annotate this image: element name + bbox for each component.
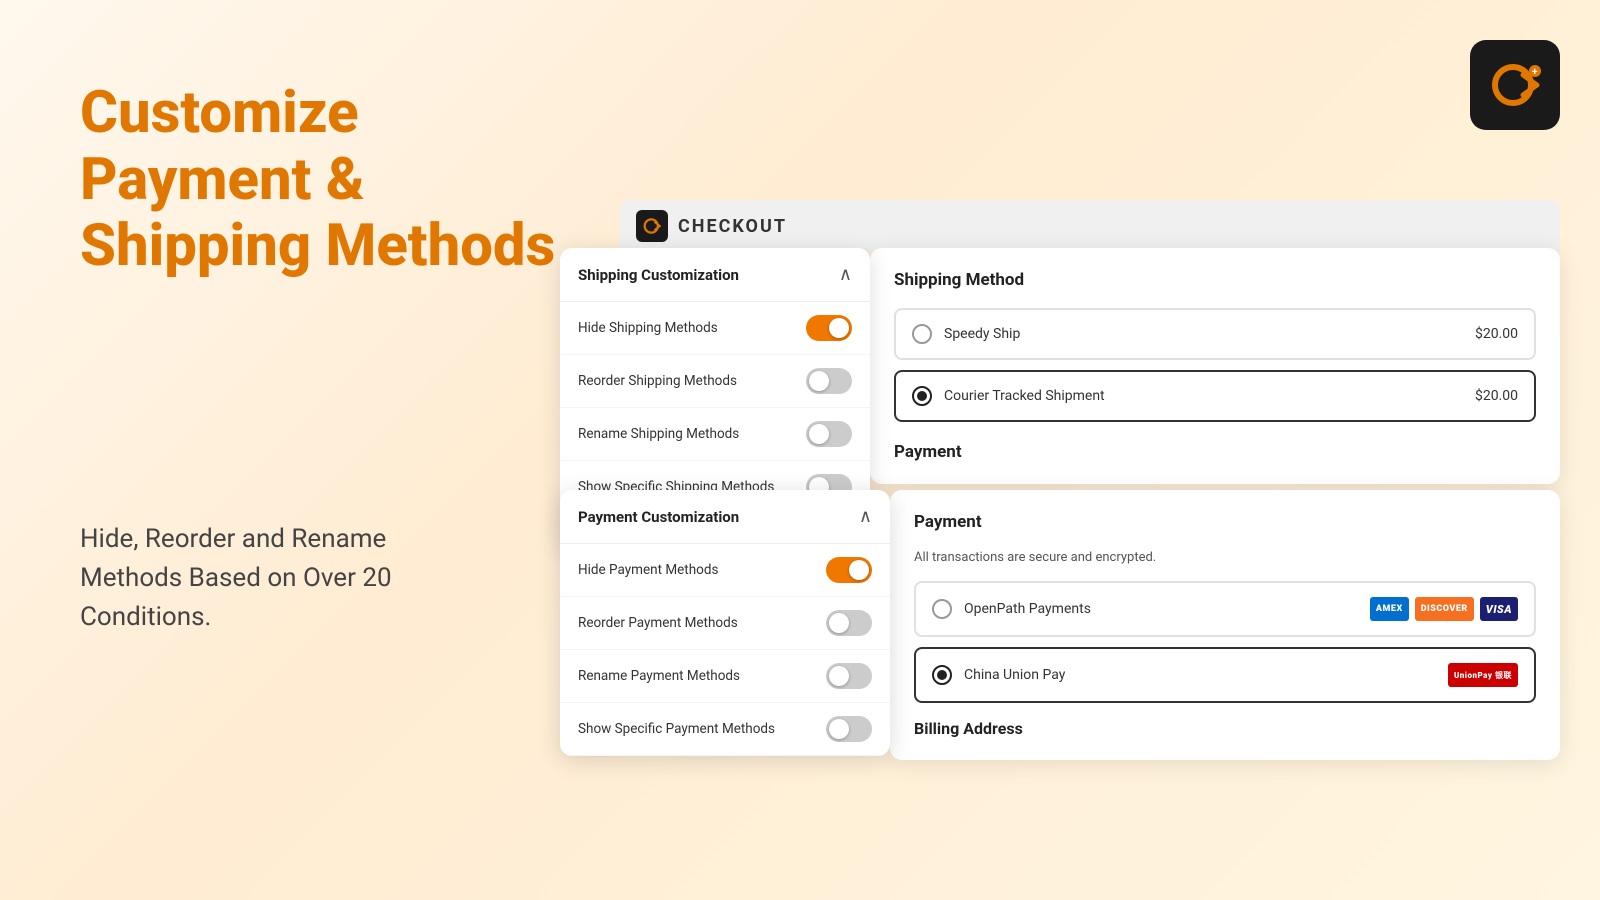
hide-payment-toggle[interactable] — [826, 557, 872, 583]
hide-shipping-label: Hide Shipping Methods — [578, 320, 718, 336]
payment-method-panel: Payment All transactions are secure and … — [890, 490, 1560, 760]
logo-icon: + — [1485, 55, 1545, 115]
courier-price: $20.00 — [1475, 388, 1518, 404]
hide-payment-row: Hide Payment Methods — [560, 544, 890, 597]
payment-panel-collapse-icon[interactable] — [859, 506, 872, 527]
show-specific-payment-row: Show Specific Payment Methods — [560, 703, 890, 756]
unionpay-left: China Union Pay — [932, 665, 1065, 685]
reorder-shipping-toggle[interactable] — [806, 368, 852, 394]
shipping-option-courier-left: Courier Tracked Shipment — [912, 386, 1105, 406]
payment-panel-title: Payment Customization — [578, 508, 739, 526]
visa-badge: VISA — [1480, 597, 1518, 621]
shipping-option-courier[interactable]: Courier Tracked Shipment $20.00 — [894, 370, 1536, 422]
openpath-name: OpenPath Payments — [964, 601, 1091, 617]
openpath-left: OpenPath Payments — [932, 599, 1091, 619]
speedy-ship-price: $20.00 — [1475, 326, 1518, 342]
payment-title: Payment — [914, 512, 1536, 532]
unionpay-radio[interactable] — [932, 665, 952, 685]
shipping-method-title: Shipping Method — [894, 270, 1536, 290]
unionpay-option[interactable]: China Union Pay UnionPay 银联 — [914, 647, 1536, 703]
payment-secure-text: All transactions are secure and encrypte… — [914, 550, 1536, 565]
show-specific-payment-toggle[interactable] — [826, 716, 872, 742]
sm-payment-heading: Payment — [894, 442, 1536, 462]
openpath-radio[interactable] — [932, 599, 952, 619]
rename-payment-row: Rename Payment Methods — [560, 650, 890, 703]
reorder-payment-row: Reorder Payment Methods — [560, 597, 890, 650]
unionpay-badge: UnionPay 银联 — [1448, 663, 1518, 687]
speedy-ship-name: Speedy Ship — [944, 326, 1020, 342]
hide-shipping-row: Hide Shipping Methods — [560, 302, 870, 355]
shipping-panel-header: Shipping Customization — [560, 248, 870, 302]
reorder-shipping-row: Reorder Shipping Methods — [560, 355, 870, 408]
amex-badge: AMEX — [1370, 597, 1409, 621]
app-logo: + — [1470, 40, 1560, 130]
courier-radio[interactable] — [912, 386, 932, 406]
openpath-option[interactable]: OpenPath Payments AMEX DISCOVER VISA — [914, 581, 1536, 637]
shipping-method-panel: Shipping Method Speedy Ship $20.00 Couri… — [870, 248, 1560, 484]
shipping-panel-collapse-icon[interactable] — [839, 264, 852, 285]
rename-payment-toggle[interactable] — [826, 663, 872, 689]
openpath-logos: AMEX DISCOVER VISA — [1370, 597, 1518, 621]
hide-shipping-toggle[interactable] — [806, 315, 852, 341]
speedy-ship-radio[interactable] — [912, 324, 932, 344]
rename-payment-label: Rename Payment Methods — [578, 668, 740, 684]
shipping-option-speedy-left: Speedy Ship — [912, 324, 1020, 344]
checkout-bar: CHECKOUT — [620, 200, 1560, 252]
shipping-panel-title: Shipping Customization — [578, 266, 739, 284]
payment-customization-panel: Payment Customization Hide Payment Metho… — [560, 490, 890, 756]
shipping-option-speedy[interactable]: Speedy Ship $20.00 — [894, 308, 1536, 360]
hero-section: Customize Payment & Shipping Methods Hid… — [80, 80, 600, 637]
rename-shipping-row: Rename Shipping Methods — [560, 408, 870, 461]
discover-badge: DISCOVER — [1415, 597, 1474, 621]
ui-area: CHECKOUT Shipping Customization Hide Shi… — [560, 200, 1560, 900]
rename-shipping-label: Rename Shipping Methods — [578, 426, 739, 442]
payment-panel-header: Payment Customization — [560, 490, 890, 544]
reorder-payment-toggle[interactable] — [826, 610, 872, 636]
reorder-shipping-label: Reorder Shipping Methods — [578, 373, 737, 389]
billing-address-title: Billing Address — [914, 719, 1536, 738]
checkout-logo — [636, 210, 668, 242]
hero-subtitle: Hide, Reorder and Rename Methods Based o… — [80, 520, 480, 637]
reorder-payment-label: Reorder Payment Methods — [578, 615, 738, 631]
unionpay-name: China Union Pay — [964, 667, 1065, 683]
rename-shipping-toggle[interactable] — [806, 421, 852, 447]
svg-text:+: + — [1532, 67, 1538, 78]
checkout-bar-title: CHECKOUT — [678, 216, 787, 237]
hero-title: Customize Payment & Shipping Methods — [80, 80, 600, 280]
checkout-logo-icon — [641, 215, 663, 237]
hide-payment-label: Hide Payment Methods — [578, 562, 718, 578]
show-specific-payment-label: Show Specific Payment Methods — [578, 721, 775, 737]
unionpay-logos: UnionPay 银联 — [1448, 663, 1518, 687]
courier-name: Courier Tracked Shipment — [944, 388, 1105, 404]
